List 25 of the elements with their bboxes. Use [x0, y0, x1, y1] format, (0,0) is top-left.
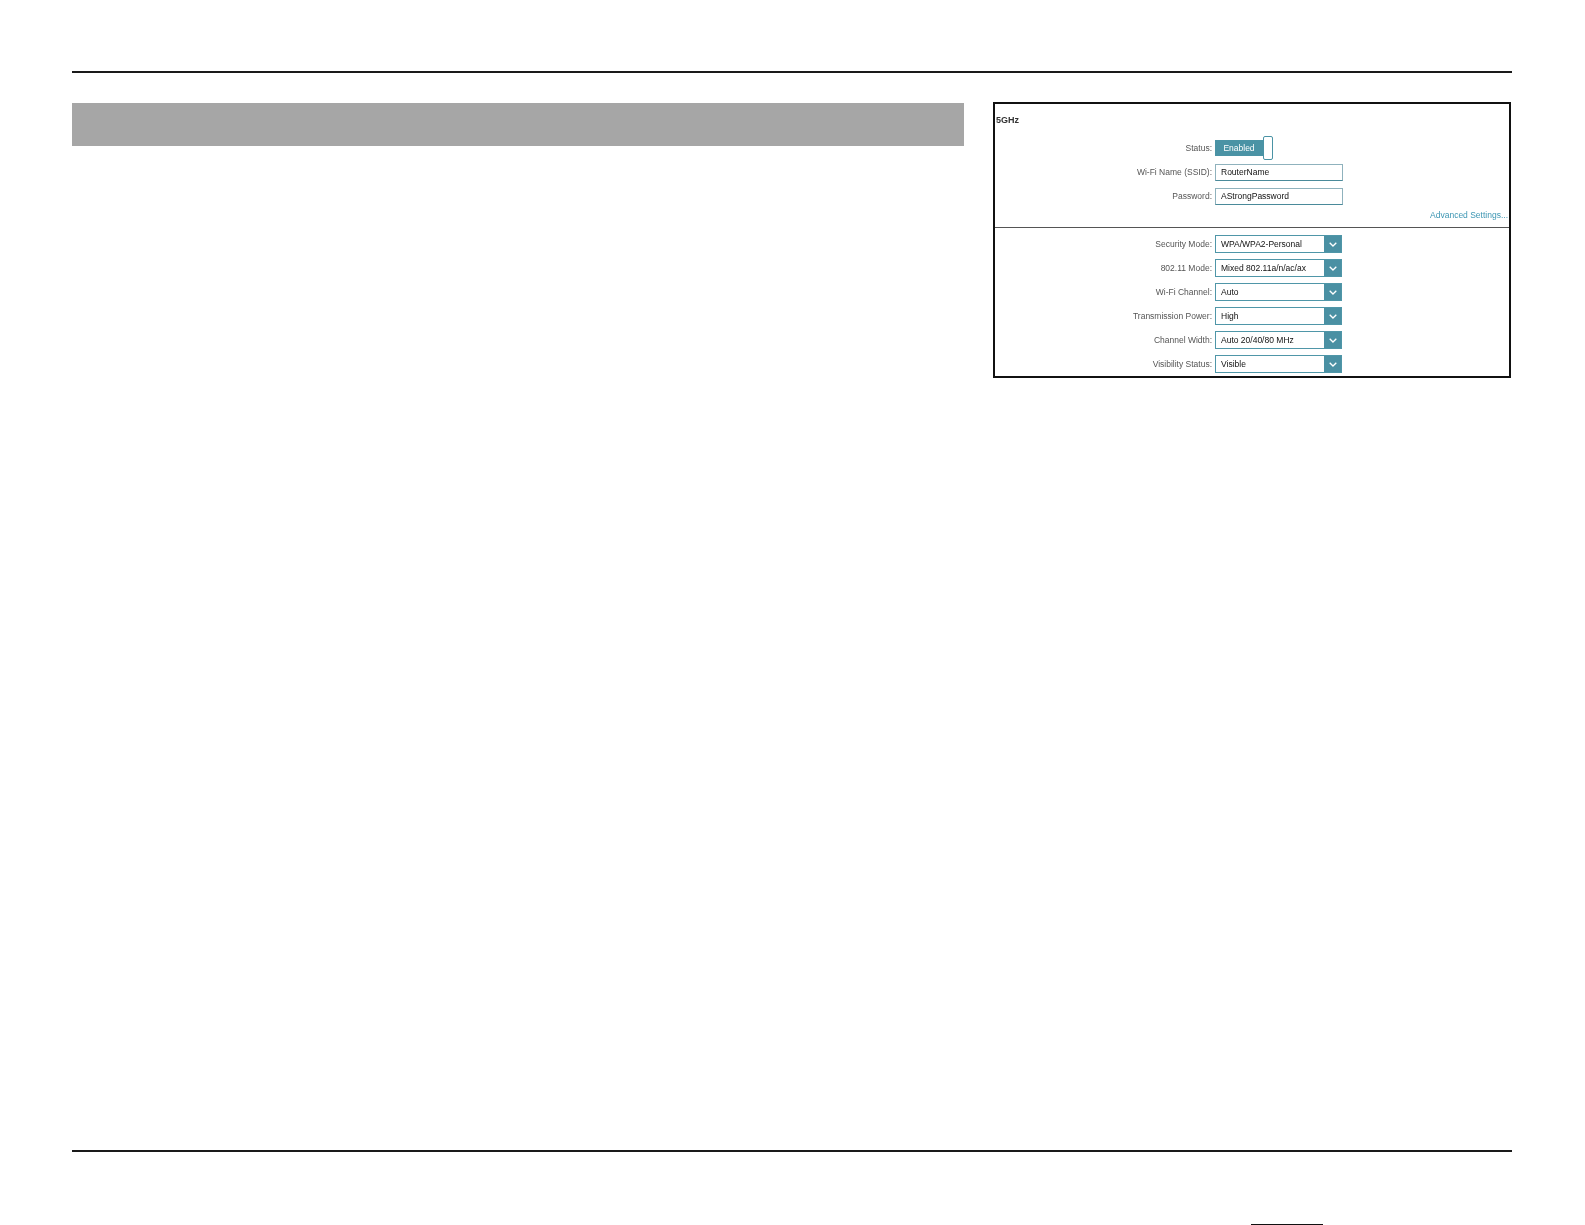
dropdown-select[interactable]: Visible [1215, 355, 1342, 373]
chevron-down-icon [1328, 241, 1337, 247]
chevron-down-icon [1328, 289, 1337, 295]
chevron-down-icon [1328, 265, 1337, 271]
field-label: 802.11 Mode: [1160, 262, 1212, 273]
field-label: Wi-Fi Channel: [1155, 286, 1212, 297]
panel-title: 5GHz [996, 115, 1019, 125]
chevron-down-icon [1328, 337, 1337, 343]
field-label: Security Mode: [1155, 238, 1212, 249]
field-label: Status: [1185, 142, 1212, 153]
chevron-down-icon [1328, 313, 1337, 319]
advanced-settings-link[interactable]: Advanced Settings... [1430, 210, 1508, 221]
dropdown-select[interactable]: Mixed 802.11a/n/ac/ax [1215, 259, 1342, 277]
field-label: Password: [1172, 191, 1212, 201]
dropdown-select[interactable]: High [1215, 307, 1342, 325]
dropdown-select[interactable]: Auto 20/40/80 MHz [1215, 331, 1342, 349]
field-label: Wi-Fi Name (SSID): [1136, 167, 1212, 177]
field-label: Visibility Status: [1152, 358, 1212, 369]
dropdown-select[interactable]: Auto [1215, 283, 1342, 301]
dropdown-select[interactable]: WPA/WPA2-Personal [1215, 235, 1342, 253]
text-field[interactable]: RouterName [1215, 164, 1343, 181]
chevron-down-icon [1328, 361, 1337, 367]
text-field[interactable]: AStrongPassword [1215, 188, 1343, 205]
field-label: Channel Width: [1153, 334, 1212, 345]
field-label: Transmission Power: [1132, 310, 1212, 321]
